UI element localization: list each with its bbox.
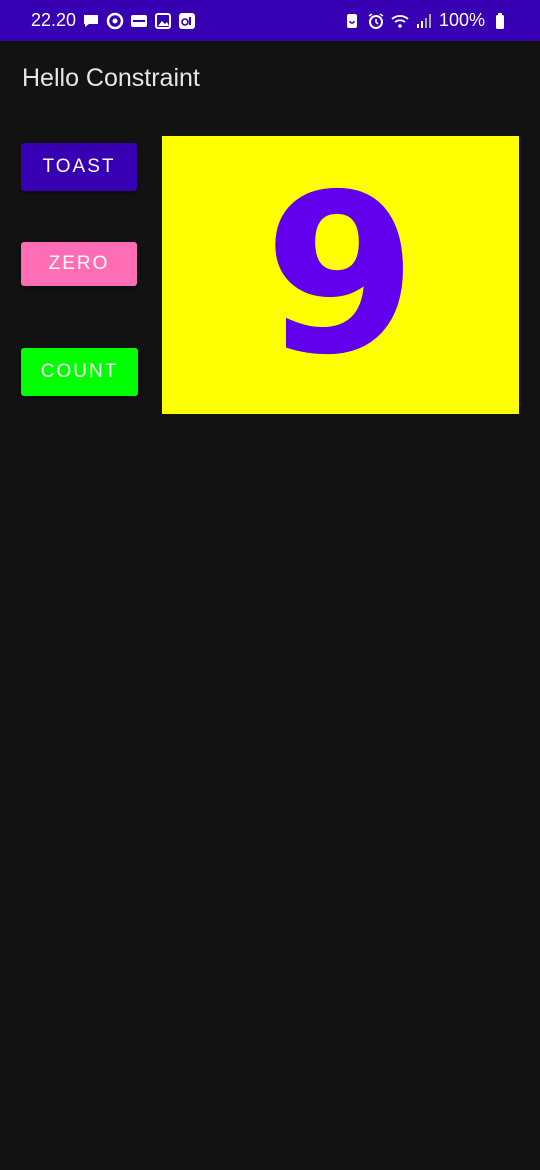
battery-percent: 100%: [438, 10, 485, 30]
battery-saver-icon: [343, 12, 361, 30]
gallery-icon: [154, 12, 172, 30]
zero-button-label: ZERO: [48, 253, 110, 274]
app-badge-icon: [178, 12, 196, 30]
app-circle-icon: [106, 12, 124, 30]
count-button-label: COUNT: [40, 361, 119, 382]
chat-icon: [82, 12, 100, 30]
count-button[interactable]: COUNT: [21, 348, 138, 396]
count-display: 9: [162, 136, 519, 414]
battery-icon: [491, 12, 509, 30]
status-bar: 22.20 100%: [0, 0, 540, 41]
app-title: Hello Constraint: [22, 64, 200, 92]
news-icon: [130, 12, 148, 30]
status-time: 22.20: [31, 10, 77, 30]
status-right: 100%: [343, 10, 509, 31]
toast-button[interactable]: TOAST: [21, 143, 137, 191]
count-value: 9: [263, 147, 418, 403]
alarm-icon: [367, 12, 385, 30]
status-left: 22.20: [31, 10, 196, 31]
toast-button-label: TOAST: [42, 156, 116, 177]
signal-icon: [415, 12, 433, 30]
zero-button[interactable]: ZERO: [21, 242, 137, 286]
wifi-icon: [391, 12, 409, 30]
